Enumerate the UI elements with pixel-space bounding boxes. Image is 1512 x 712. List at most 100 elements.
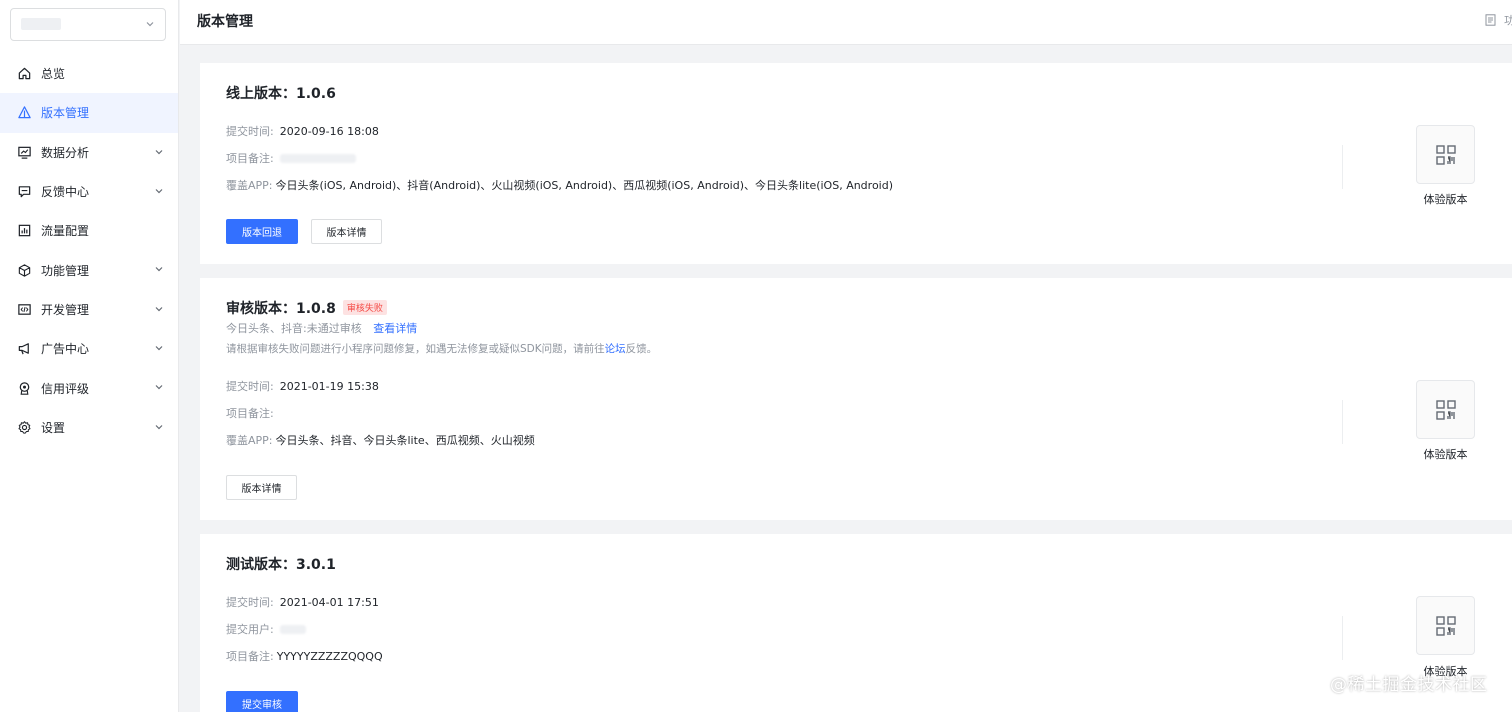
review-fail-line: 今日头条、抖音:未通过审核 查看详情 — [226, 320, 417, 336]
sidebar-item-overview[interactable]: 总览 — [0, 54, 178, 93]
online-version-card: 线上版本：1.0.6 提交时间: 2020-09-16 18:08 项目备注: … — [200, 63, 1512, 264]
sidebar-item-dev-management[interactable]: 开发管理 — [0, 290, 178, 329]
gear-icon — [17, 420, 32, 435]
remark-label: 项目备注: — [226, 152, 274, 165]
analytics-icon — [17, 145, 32, 160]
sidebar: 总览 版本管理 数据分析 反馈中心 流量配置 功能管理 开发管理 广告中心 信用… — [0, 0, 179, 712]
divider — [1342, 616, 1343, 660]
chevron-down-icon — [146, 22, 154, 27]
version-detail-button[interactable]: 版本详情 — [226, 475, 297, 500]
sidebar-item-label: 设置 — [41, 420, 66, 435]
status-badge: 审核失败 — [342, 300, 387, 315]
watermark: @稀土掘金技术社区 — [1330, 675, 1488, 695]
sidebar-item-version-management[interactable]: 版本管理 — [0, 93, 178, 133]
sidebar-item-ad-center[interactable]: 广告中心 — [0, 329, 178, 368]
forum-link[interactable]: 论坛 — [605, 343, 626, 355]
chevron-down-icon — [155, 385, 163, 390]
apps-label: 覆盖APP: — [226, 434, 273, 447]
version-detail-button[interactable]: 版本详情 — [311, 219, 382, 244]
online-version-number: 1.0.6 — [296, 86, 336, 102]
submit-time-label: 提交时间: — [226, 125, 274, 138]
view-detail-link[interactable]: 查看详情 — [373, 322, 417, 335]
chevron-down-icon — [155, 149, 163, 154]
sidebar-item-label: 版本管理 — [41, 106, 90, 121]
submit-time-value: 2021-01-19 15:38 — [279, 379, 379, 393]
sidebar-item-credit-rating[interactable]: 信用评级 — [0, 368, 178, 407]
apps-value: 今日头条、抖音、今日头条lite、西瓜视频、火山视频 — [275, 434, 535, 447]
page-title: 版本管理 — [197, 14, 253, 30]
review-version-title: 审核版本：1.0.8 审核失败 — [226, 298, 387, 318]
review-notice-text: 请根据审核失败问题进行小程序问题修复，如遇无法修复或疑似SDK问题，请前往 — [226, 343, 605, 355]
qr-code-button[interactable] — [1416, 596, 1475, 655]
review-notice: 请根据审核失败问题进行小程序问题修复，如遇无法修复或疑似SDK问题，请前往论坛反… — [226, 341, 657, 356]
sidebar-item-label: 反馈中心 — [41, 185, 90, 200]
qr-code-icon — [1435, 399, 1456, 420]
qr-code-button[interactable] — [1416, 380, 1475, 439]
chevron-down-icon — [155, 346, 163, 351]
chevron-down-icon — [155, 188, 163, 194]
document-icon — [1485, 14, 1496, 26]
header-right-label: 功能 — [1504, 14, 1512, 27]
cube-icon — [17, 263, 32, 278]
divider — [1342, 400, 1343, 444]
review-notice-suffix: 反馈。 — [625, 343, 658, 355]
megaphone-icon — [17, 341, 32, 356]
chevron-down-icon — [155, 424, 163, 430]
submit-user-label: 提交用户: — [226, 623, 274, 636]
sidebar-item-label: 广告中心 — [41, 342, 90, 357]
online-submit-time-row: 提交时间: 2020-09-16 18:08 — [226, 123, 379, 139]
qr-code-label: 体验版本 — [1423, 448, 1468, 461]
chevron-down-icon — [155, 306, 163, 312]
online-version-title: 线上版本：1.0.6 — [226, 83, 336, 103]
review-submit-time-row: 提交时间: 2021-01-19 15:38 — [226, 378, 379, 394]
traffic-icon — [17, 223, 32, 238]
qr-code-icon — [1435, 615, 1456, 636]
review-remark-row: 项目备注: — [226, 405, 274, 421]
test-submit-time-row: 提交时间: 2021-04-01 17:51 — [226, 594, 379, 610]
review-version-title-label: 审核版本： — [226, 301, 296, 317]
remark-label: 项目备注: — [226, 407, 274, 420]
submit-review-button[interactable]: 提交审核 — [226, 691, 298, 712]
apps-value: 今日头条(iOS, Android)、抖音(Android)、火山视频(iOS,… — [275, 179, 894, 192]
version-icon — [17, 105, 32, 120]
test-version-number: 3.0.1 — [296, 557, 336, 573]
badge-icon — [17, 381, 32, 396]
apps-label: 覆盖APP: — [226, 179, 273, 192]
sidebar-item-data-analysis[interactable]: 数据分析 — [0, 133, 178, 172]
page-header: 版本管理 功能 — [180, 0, 1512, 45]
submit-user-redacted — [279, 624, 306, 634]
sidebar-nav: 总览 版本管理 数据分析 反馈中心 流量配置 功能管理 开发管理 广告中心 信用… — [0, 54, 178, 447]
sidebar-item-label: 信用评级 — [41, 381, 90, 396]
sidebar-item-settings[interactable]: 设置 — [0, 408, 178, 447]
app-selector-value — [21, 18, 61, 30]
remark-value-redacted — [279, 153, 356, 163]
test-version-card: 测试版本：3.0.1 提交时间: 2021-04-01 17:51 提交用户: … — [200, 534, 1512, 712]
review-version-number: 1.0.8 — [296, 301, 336, 317]
qr-code-label: 体验版本 — [1423, 193, 1468, 206]
sidebar-item-feature-management[interactable]: 功能管理 — [0, 250, 178, 289]
test-remark-row: 项目备注: YYYYYZZZZZQQQQ — [226, 648, 383, 664]
test-submit-user-row: 提交用户: — [226, 621, 306, 637]
app-selector[interactable] — [10, 8, 166, 41]
divider — [1342, 145, 1343, 189]
online-version-title-label: 线上版本： — [226, 86, 296, 102]
feedback-icon — [17, 184, 32, 199]
rollback-button[interactable]: 版本回退 — [226, 219, 298, 244]
submit-time-label: 提交时间: — [226, 380, 274, 393]
sidebar-item-label: 功能管理 — [41, 263, 90, 278]
home-icon — [17, 66, 32, 81]
sidebar-item-feedback[interactable]: 反馈中心 — [0, 172, 178, 211]
online-remark-row: 项目备注: — [226, 150, 356, 166]
review-version-card: 审核版本：1.0.8 审核失败 今日头条、抖音:未通过审核 查看详情 请根据审核失… — [200, 278, 1512, 520]
remark-value: YYYYYZZZZZQQQQ — [276, 649, 383, 663]
sidebar-item-traffic-config[interactable]: 流量配置 — [0, 211, 178, 250]
header-function-link[interactable]: 功能 — [1485, 12, 1512, 28]
submit-time-value: 2020-09-16 18:08 — [279, 124, 379, 138]
qr-code-icon — [1435, 144, 1456, 165]
sidebar-item-label: 数据分析 — [41, 145, 90, 160]
submit-time-label: 提交时间: — [226, 596, 274, 609]
review-apps-row: 覆盖APP: 今日头条、抖音、今日头条lite、西瓜视频、火山视频 — [226, 432, 535, 448]
test-version-title-label: 测试版本： — [226, 557, 296, 573]
submit-time-value: 2021-04-01 17:51 — [279, 595, 379, 609]
qr-code-button[interactable] — [1416, 125, 1475, 184]
